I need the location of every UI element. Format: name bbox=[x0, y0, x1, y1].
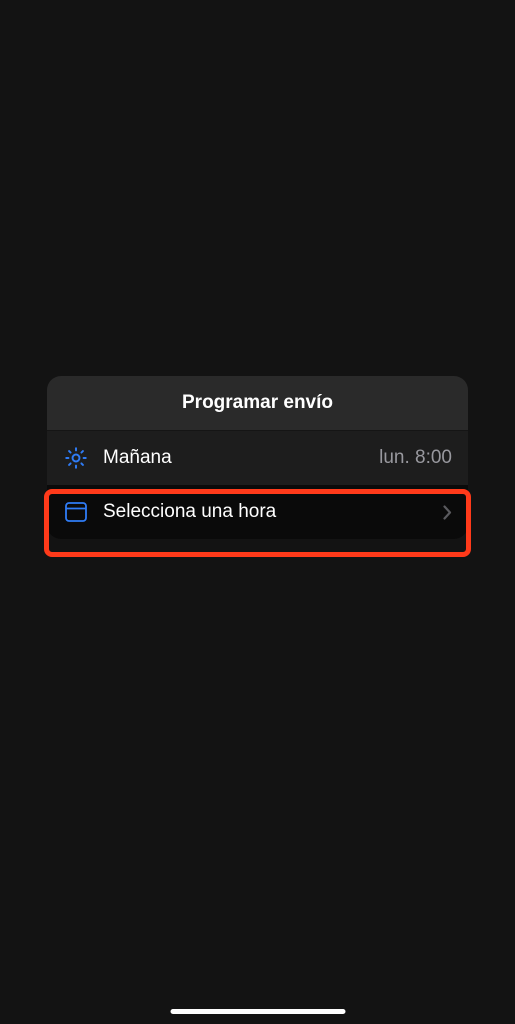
calendar-icon bbox=[63, 499, 89, 525]
chevron-right-icon bbox=[442, 504, 452, 520]
option-label: Mañana bbox=[103, 447, 365, 469]
schedule-send-sheet: Programar envío Mañana lun. 8:00 bbox=[47, 376, 468, 539]
sun-icon bbox=[63, 445, 89, 471]
option-label: Selecciona una hora bbox=[103, 501, 424, 523]
home-indicator bbox=[170, 1009, 345, 1014]
sheet-header: Programar envío bbox=[47, 376, 468, 430]
option-detail: lun. 8:00 bbox=[379, 447, 452, 469]
option-tomorrow[interactable]: Mañana lun. 8:00 bbox=[47, 430, 468, 485]
sheet-title: Programar envío bbox=[47, 392, 468, 414]
option-select-time[interactable]: Selecciona una hora bbox=[47, 485, 468, 539]
